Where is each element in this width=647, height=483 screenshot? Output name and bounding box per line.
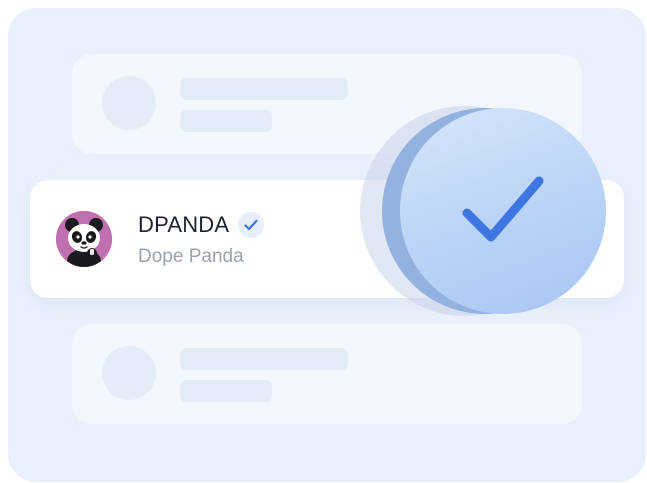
username: DPANDA [138, 212, 230, 237]
placeholder-line-title [180, 348, 348, 370]
illustration-canvas: DPANDA Dope Panda [8, 8, 646, 482]
confirmation-badge [360, 106, 610, 316]
username-row: DPANDA [138, 212, 265, 238]
placeholder-avatar [102, 346, 156, 400]
placeholder-card-bottom [72, 324, 582, 424]
display-name: Dope Panda [138, 246, 244, 267]
placeholder-line-subtitle [180, 110, 272, 132]
panda-avatar-icon [56, 211, 112, 267]
big-check-icon [400, 108, 606, 314]
placeholder-line-subtitle [180, 380, 272, 402]
placeholder-avatar [102, 76, 156, 130]
placeholder-line-title [180, 78, 348, 100]
verified-check-icon [238, 212, 265, 238]
